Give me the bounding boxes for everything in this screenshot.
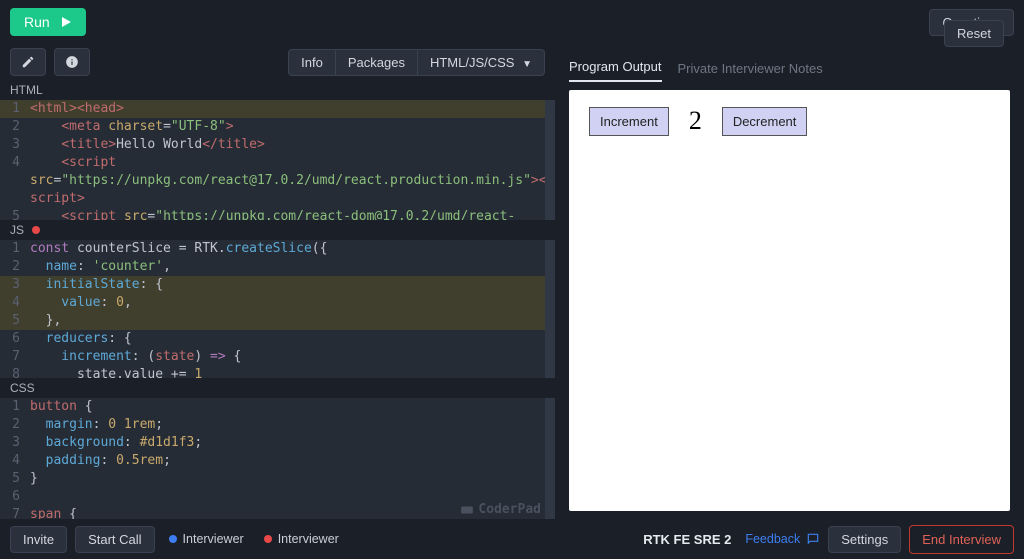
chat-icon <box>806 532 820 546</box>
output-tabs: Program Output Private Interviewer Notes <box>569 52 944 82</box>
increment-button[interactable]: Increment <box>589 107 669 136</box>
language-mode-label: HTML/JS/CSS <box>430 55 515 70</box>
participant-interviewer-1[interactable]: Interviewer <box>163 532 250 546</box>
info-tab[interactable]: Info <box>288 49 336 76</box>
feedback-link[interactable]: Feedback <box>745 532 820 546</box>
settings-button[interactable]: Settings <box>828 526 901 553</box>
editor-header-html: HTML <box>10 83 43 97</box>
editor-mode-tabs: Info Packages HTML/JS/CSS ▼ <box>288 49 545 76</box>
editor-header-css: CSS <box>10 381 35 395</box>
run-label: Run <box>24 14 50 30</box>
coderpad-brand: CoderPad <box>460 502 541 517</box>
scrollbar[interactable] <box>545 398 555 519</box>
info-icon <box>65 55 79 69</box>
pencil-icon <box>21 55 35 69</box>
editor-header-js: JS <box>10 223 24 237</box>
tab-interviewer-notes[interactable]: Private Interviewer Notes <box>678 61 823 82</box>
tab-program-output[interactable]: Program Output <box>569 59 662 82</box>
html-editor[interactable]: 1<html><head> 2 <meta charset="UTF-8"> 3… <box>0 100 555 220</box>
program-output: Increment 2 Decrement <box>569 90 1010 511</box>
participant-interviewer-2[interactable]: Interviewer <box>258 532 345 546</box>
start-call-button[interactable]: Start Call <box>75 526 154 553</box>
play-icon <box>60 16 72 28</box>
invite-button[interactable]: Invite <box>10 526 67 553</box>
chevron-down-icon: ▼ <box>522 59 532 70</box>
session-title: RTK FE SRE 2 <box>643 532 731 547</box>
end-interview-button[interactable]: End Interview <box>909 525 1014 554</box>
scrollbar[interactable] <box>545 240 555 378</box>
decrement-button[interactable]: Decrement <box>722 107 808 136</box>
counter-value: 2 <box>679 106 712 136</box>
css-editor[interactable]: 1button { 2 margin: 0 1rem; 3 background… <box>0 398 555 519</box>
presence-dot-icon <box>264 535 272 543</box>
info-button-icon[interactable] <box>54 48 90 76</box>
js-editor[interactable]: 1const counterSlice = RTK.createSlice({ … <box>0 240 555 378</box>
draw-button[interactable] <box>10 48 46 76</box>
presence-dot-icon <box>169 535 177 543</box>
keyboard-icon <box>460 503 474 517</box>
language-mode-tab[interactable]: HTML/JS/CSS ▼ <box>417 49 545 76</box>
packages-tab[interactable]: Packages <box>335 49 418 76</box>
scrollbar[interactable] <box>545 100 555 220</box>
reset-button[interactable]: Reset <box>944 20 1004 47</box>
run-button[interactable]: Run <box>10 8 86 36</box>
unsaved-dot-icon <box>32 226 40 234</box>
